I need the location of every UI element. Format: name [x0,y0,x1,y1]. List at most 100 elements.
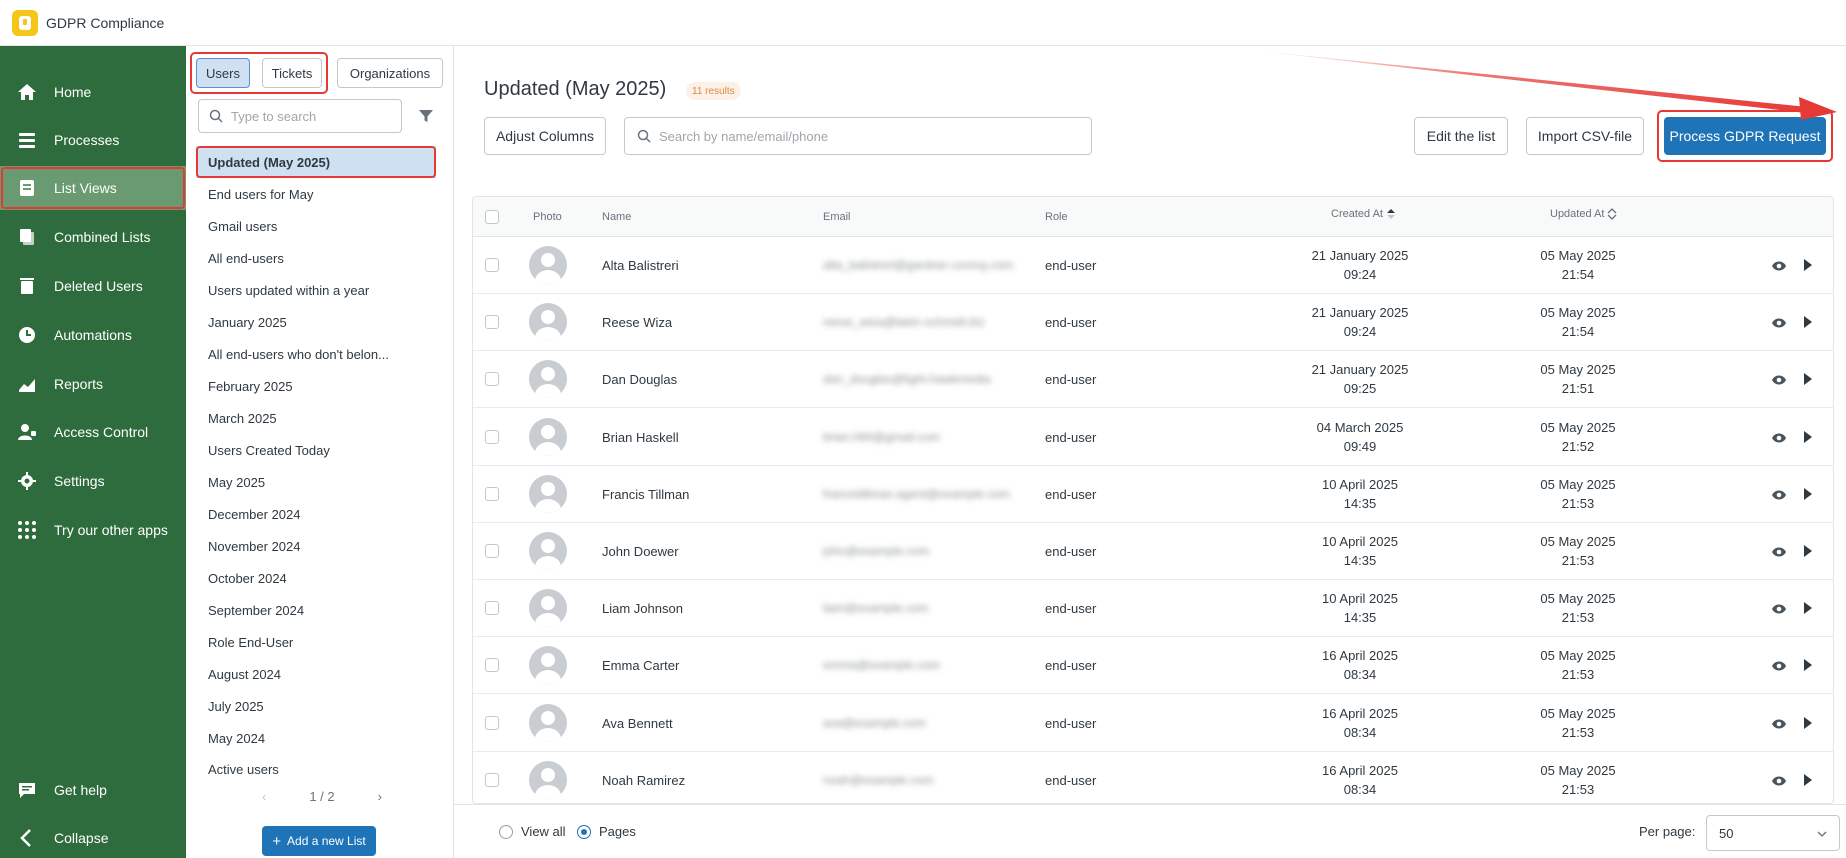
tab-users[interactable]: Users [196,58,250,88]
list-item[interactable]: Users updated within a year [196,274,436,306]
list-item[interactable]: End users for May [196,178,436,210]
nav-item-combined-lists[interactable]: Combined Lists [0,215,186,259]
add-list-button[interactable]: + Add a new List [262,826,376,856]
table-row[interactable]: Ava Bennett ava@example.com end-user 16 Apr… [473,695,1833,752]
row-checkbox[interactable] [485,372,499,387]
nav-item-collapse[interactable]: Collapse [0,816,186,858]
eye-icon[interactable] [1771,603,1787,615]
filter-icon[interactable] [418,108,434,124]
eye-icon[interactable] [1771,317,1787,329]
list-item[interactable]: November 2024 [196,530,436,562]
list-item[interactable]: August 2024 [196,658,436,690]
per-page-select[interactable]: 50 [1706,815,1840,851]
user-name[interactable]: Alta Balistreri [602,237,679,294]
user-name[interactable]: Brian Haskell [602,409,679,466]
eye-icon[interactable] [1771,775,1787,787]
next-page-icon[interactable]: › [378,789,382,804]
prev-page-icon[interactable]: ‹ [262,789,266,804]
eye-icon[interactable] [1771,432,1787,444]
user-name[interactable]: Francis Tillman [602,466,689,523]
row-checkbox[interactable] [485,601,499,616]
nav-item-home[interactable]: Home [0,70,186,114]
list-item[interactable]: Updated (May 2025) [196,146,436,178]
user-name[interactable]: Emma Carter [602,637,679,694]
expand-arrow-icon[interactable] [1803,487,1813,501]
column-created-at[interactable]: Created At [1331,197,1396,234]
list-item[interactable]: December 2024 [196,498,436,530]
adjust-columns-button[interactable]: Adjust Columns [484,117,606,155]
nav-item-reports[interactable]: Reports [0,362,186,406]
eye-icon[interactable] [1771,374,1787,386]
nav-item-list-views[interactable]: List Views [0,166,186,210]
view-all-label[interactable]: View all [521,824,566,839]
user-name[interactable]: Reese Wiza [602,294,672,351]
tab-organizations[interactable]: Organizations [337,58,443,88]
table-row[interactable]: Dan Douglas dan_douglas@light-hawkmedia en… [473,351,1833,409]
column-email[interactable]: Email [823,197,851,237]
row-checkbox[interactable] [485,429,499,444]
list-item[interactable]: May 2025 [196,466,436,498]
row-checkbox[interactable] [485,258,499,272]
list-item[interactable]: January 2025 [196,306,436,338]
row-checkbox[interactable] [485,315,499,330]
list-item[interactable]: October 2024 [196,562,436,594]
eye-icon[interactable] [1771,660,1787,672]
list-item[interactable]: Gmail users [196,210,436,242]
table-row[interactable]: Emma Carter emma@example.com end-user 16 Ap… [473,637,1833,695]
process-gdpr-request-button[interactable]: Process GDPR Request [1664,117,1826,155]
select-all-checkbox[interactable] [485,210,499,224]
nav-item-processes[interactable]: Processes [0,118,186,162]
expand-arrow-icon[interactable] [1803,658,1813,672]
pages-label[interactable]: Pages [599,824,636,839]
column-name[interactable]: Name [602,197,631,237]
eye-icon[interactable] [1771,489,1787,501]
column-updated-at[interactable]: Updated At [1550,197,1617,234]
nav-item-settings[interactable]: Settings [0,459,186,503]
table-row[interactable]: Liam Johnson liam@example.com end-user 10 A… [473,580,1833,638]
nav-item-other-apps[interactable]: Try our other apps [0,508,186,552]
list-item[interactable]: May 2024 [196,722,436,754]
edit-list-button[interactable]: Edit the list [1414,117,1508,155]
eye-icon[interactable] [1771,718,1787,730]
nav-item-access-control[interactable]: Access Control [0,410,186,454]
tab-tickets[interactable]: Tickets [262,58,322,88]
table-row[interactable]: Reese Wiza reese_wiza@lakin-schmidt.biz en… [473,294,1833,352]
table-row[interactable]: Brian Haskell brian.h84@gmail.com end-user… [473,409,1833,466]
list-item[interactable]: Users Created Today [196,434,436,466]
expand-arrow-icon[interactable] [1803,372,1813,386]
user-name[interactable]: Ava Bennett [602,695,673,752]
expand-arrow-icon[interactable] [1803,716,1813,730]
table-row[interactable]: Francis Tillman francistillman.agent@exam… [473,466,1833,523]
expand-arrow-icon[interactable] [1803,601,1813,615]
main-search-input[interactable] [659,128,1059,144]
expand-arrow-icon[interactable] [1803,544,1813,558]
expand-arrow-icon[interactable] [1803,315,1813,329]
pages-radio[interactable] [577,825,591,839]
nav-item-deleted-users[interactable]: Deleted Users [0,264,186,308]
expand-arrow-icon[interactable] [1803,430,1813,444]
list-search-input[interactable] [231,108,391,124]
list-search-field[interactable] [198,99,402,133]
row-checkbox[interactable] [485,544,499,558]
user-name[interactable]: Noah Ramirez [602,752,685,803]
table-row[interactable]: Noah Ramirez noah@example.com end-user 16 A… [473,752,1833,803]
row-checkbox[interactable] [485,772,499,787]
list-item[interactable]: September 2024 [196,594,436,626]
import-csv-button[interactable]: Import CSV-file [1526,117,1644,155]
expand-arrow-icon[interactable] [1803,773,1813,787]
user-name[interactable]: Dan Douglas [602,351,677,408]
list-item[interactable]: Active users [196,754,436,774]
user-name[interactable]: John Doewer [602,523,679,580]
list-item[interactable]: March 2025 [196,402,436,434]
nav-item-automations[interactable]: Automations [0,313,186,357]
expand-arrow-icon[interactable] [1803,258,1813,272]
list-item[interactable]: July 2025 [196,690,436,722]
row-checkbox[interactable] [485,715,499,730]
row-checkbox[interactable] [485,658,499,673]
table-row[interactable]: John Doewer john@example.com end-user 10 Ap… [473,523,1833,580]
view-all-radio[interactable] [499,825,513,839]
table-row[interactable]: Alta Balistreri alta_balistreri@gardner-c… [473,237,1833,294]
list-item[interactable]: Role End-User [196,626,436,658]
list-item[interactable]: All end-users who don't belon... [196,338,436,370]
user-name[interactable]: Liam Johnson [602,580,683,637]
